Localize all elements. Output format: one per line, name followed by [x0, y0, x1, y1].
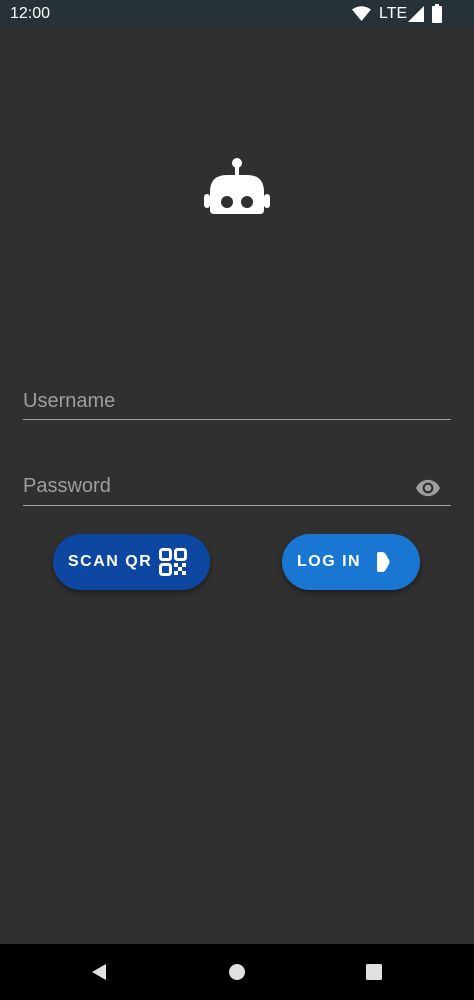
username-input[interactable]: [23, 390, 403, 413]
eye-icon[interactable]: [415, 475, 441, 501]
battery-icon: [432, 4, 442, 23]
wifi-icon: [352, 6, 371, 21]
login-label: LOG IN: [297, 553, 362, 570]
scan-qr-button[interactable]: SCAN QR: [53, 534, 210, 590]
status-time: 12:00: [10, 5, 51, 22]
login-button[interactable]: LOG IN: [282, 534, 420, 590]
password-input[interactable]: [23, 475, 403, 498]
robot-icon: [204, 158, 270, 214]
cell-signal-icon: [408, 6, 424, 22]
network-type: LTE: [379, 5, 408, 22]
navigation-bar: [0, 944, 474, 1000]
username-field[interactable]: [23, 390, 451, 420]
status-bar: 12:00 LTE: [0, 0, 474, 28]
password-field[interactable]: [23, 475, 451, 506]
recents-icon[interactable]: [365, 963, 383, 981]
back-icon[interactable]: [90, 963, 108, 981]
home-icon[interactable]: [228, 963, 246, 981]
arrow-right-icon: [377, 552, 390, 572]
qr-code-icon: [159, 548, 187, 576]
scan-qr-label: SCAN QR: [68, 553, 153, 570]
